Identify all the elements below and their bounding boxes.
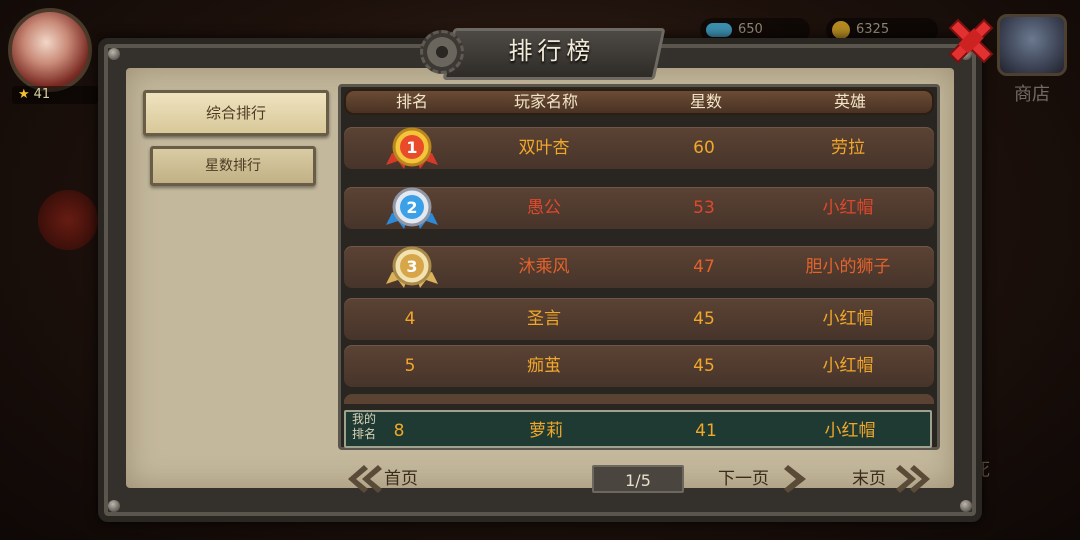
header-hero: 英雄 [833, 92, 866, 111]
rank-number: 4 [404, 309, 416, 329]
chevron-right-icon[interactable] [782, 462, 822, 496]
table-row[interactable]: 4 圣言 45 小红帽 [344, 298, 934, 340]
table-row[interactable]: 3 沐乘风 47 胆小的狮子 [344, 246, 934, 288]
my-rank-tag-line1: 我的 [351, 412, 376, 426]
table-row[interactable]: 1 双叶杏 60 劳拉 [344, 127, 934, 169]
player-level-value: 41 [33, 87, 51, 102]
currency-coins-value: 6325 [856, 22, 890, 37]
medal-rank-number: 1 [406, 138, 417, 157]
star-count: 47 [693, 257, 715, 277]
player-name: 愚公 [527, 198, 561, 218]
gold-medal-icon: 1 [386, 127, 438, 169]
first-page-button[interactable]: 首页 [384, 462, 418, 496]
star-count: 45 [693, 356, 715, 376]
medal-rank-number: 2 [406, 198, 417, 217]
last-page-button[interactable]: 末页 [852, 462, 886, 496]
hero-name: 小红帽 [822, 309, 874, 329]
bolt-icon [960, 500, 972, 512]
my-rank-row: 8 萝莉 41 小红帽 [344, 410, 932, 448]
player-name: 痂茧 [527, 356, 561, 376]
background-moth-decoration [38, 190, 98, 250]
hero-name: 胆小的狮子 [805, 257, 891, 277]
table-row[interactable]: 5 痂茧 45 小红帽 [344, 345, 934, 387]
player-avatar[interactable] [8, 8, 92, 92]
tab-overall-ranking[interactable]: 综合排行 [143, 90, 329, 136]
my-star-count: 41 [695, 421, 717, 441]
table-header: 排名 玩家名称 星数 英雄 [344, 89, 934, 115]
player-level: ★ 41 [12, 86, 98, 104]
currency-gems-value: 650 [738, 22, 763, 37]
hero-name: 小红帽 [822, 356, 874, 376]
shop-label: 商店 [1014, 84, 1050, 105]
close-icon [948, 18, 994, 64]
my-rank-number: 8 [393, 421, 405, 441]
close-button[interactable] [944, 14, 998, 68]
coin-icon [832, 20, 850, 39]
gem-icon [706, 22, 732, 37]
tab-star-ranking[interactable]: 星数排行 [150, 146, 316, 186]
star-icon: ★ [18, 87, 30, 102]
hero-name: 小红帽 [822, 198, 874, 218]
tab-star-ranking-label: 星数排行 [205, 158, 261, 174]
my-rank-tag-line2: 排名 [351, 427, 376, 441]
gear-icon [420, 30, 464, 74]
shop-button[interactable]: 商店 [992, 14, 1072, 105]
table-row-partial [344, 394, 934, 404]
double-chevron-left-icon[interactable] [344, 462, 384, 496]
header-stars: 星数 [689, 92, 722, 111]
bronze-medal-icon: 3 [386, 246, 438, 288]
next-page-button[interactable]: 下一页 [718, 462, 769, 496]
player-name: 圣言 [527, 309, 561, 329]
header-rank: 排名 [395, 92, 428, 111]
my-hero-name: 小红帽 [824, 421, 876, 441]
star-count: 45 [693, 309, 715, 329]
my-rank-tag: 我的 排名 [346, 412, 382, 442]
rank-number: 5 [404, 356, 416, 376]
page-title: 排行榜 [508, 37, 596, 65]
medal-rank-number: 3 [406, 257, 417, 276]
header-player-name: 玩家名称 [513, 92, 578, 111]
my-player-name: 萝莉 [529, 421, 563, 441]
page-indicator: 1/5 [592, 465, 684, 493]
player-name: 沐乘风 [518, 257, 570, 277]
table-row[interactable]: 2 愚公 53 小红帽 [344, 187, 934, 229]
shop-bag-icon [997, 14, 1067, 76]
double-chevron-right-icon[interactable] [894, 462, 934, 496]
hero-name: 劳拉 [831, 138, 865, 158]
player-name: 双叶杏 [518, 138, 570, 158]
bolt-icon [108, 48, 120, 60]
tab-overall-ranking-label: 综合排行 [205, 104, 266, 122]
bolt-icon [108, 500, 120, 512]
silver-medal-icon: 2 [386, 187, 438, 229]
star-count: 60 [693, 138, 715, 158]
star-count: 53 [693, 198, 715, 218]
